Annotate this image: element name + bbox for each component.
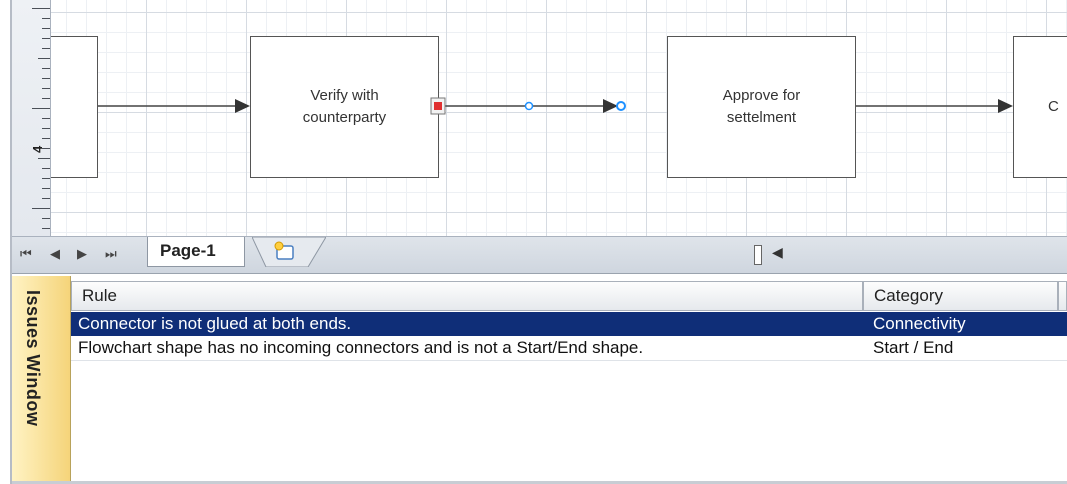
connectors-layer: [98, 97, 1013, 115]
connector-3[interactable]: [856, 99, 1013, 113]
connector-1[interactable]: [98, 99, 250, 113]
column-header-category[interactable]: Category: [863, 281, 1058, 311]
issue-category: Start / End: [873, 338, 954, 357]
unglued-connector[interactable]: [430, 97, 626, 115]
ruler-label: 4: [30, 145, 45, 153]
column-header-extra: [1058, 281, 1067, 311]
prev-page-icon[interactable]: ◀: [50, 246, 60, 262]
drawing-canvas[interactable]: Verify with counterparty Approve for set…: [51, 0, 1067, 236]
issue-category: Connectivity: [873, 314, 966, 333]
window-left-border: [0, 0, 12, 484]
first-page-icon[interactable]: ⏮: [20, 246, 32, 262]
scroll-left-icon[interactable]: ◀: [772, 244, 783, 261]
column-header-rule[interactable]: Rule: [71, 281, 863, 311]
issue-row[interactable]: Connector is not glued at both ends. Con…: [71, 312, 1067, 336]
next-page-icon[interactable]: ▶: [77, 246, 87, 262]
issues-list: Rule Category Connector is not glued at …: [71, 281, 1067, 481]
issue-row[interactable]: Flowchart shape has no incoming connecto…: [71, 336, 1067, 361]
issue-rule: Connector is not glued at both ends.: [78, 314, 352, 333]
issue-rule: Flowchart shape has no incoming connecto…: [78, 338, 644, 357]
insert-page-tab[interactable]: [252, 237, 326, 267]
page-tab-bar: ⏮ ◀ ▶ ⏭ Page-1 ◀: [12, 236, 1067, 274]
issues-window-title: Issues Window: [23, 290, 43, 427]
visio-window: 4 Verify with counterparty Approve for s…: [0, 0, 1067, 484]
vertical-ruler: 4: [12, 0, 51, 236]
scrollbar-split-handle[interactable]: [754, 245, 762, 265]
tab-page-1[interactable]: Page-1: [147, 237, 245, 267]
last-page-icon[interactable]: ⏭: [105, 246, 117, 262]
